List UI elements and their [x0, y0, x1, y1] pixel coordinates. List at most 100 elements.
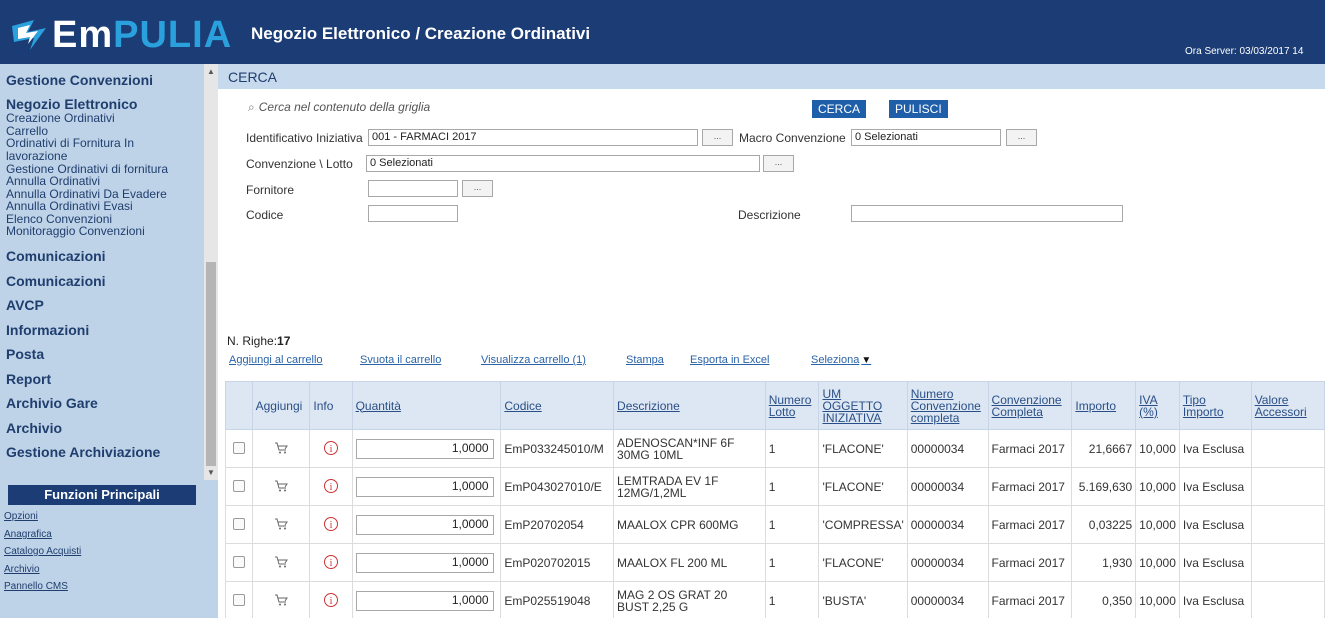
link-archivio[interactable]: Archivio — [4, 564, 40, 575]
link-anagrafica[interactable]: Anagrafica — [4, 529, 52, 540]
sidebar-group-gestione-archiviazione[interactable]: Gestione Archiviazione — [6, 444, 160, 460]
col-header-tipo-importo[interactable]: Tipo Importo — [1178, 381, 1252, 430]
quantity-cell: 1,0000 — [351, 429, 502, 468]
svg-text:i: i — [330, 444, 333, 455]
info-icon[interactable]: i — [323, 516, 339, 532]
sidebar-group-comunicazioni-1[interactable]: Comunicazioni — [6, 248, 106, 264]
sidebar-group-archivio[interactable]: Archivio — [6, 420, 62, 436]
add-cell — [251, 543, 311, 582]
info-icon[interactable]: i — [323, 478, 339, 494]
pulisci-button[interactable]: PULISCI — [889, 100, 948, 118]
seleziona-label: Seleziona — [811, 354, 860, 366]
identificativo-picker-button[interactable]: ... — [702, 129, 733, 146]
row-checkbox[interactable] — [232, 555, 245, 568]
sidebar-group-posta[interactable]: Posta — [6, 346, 44, 362]
row-checkbox[interactable] — [232, 517, 245, 530]
um-cell: 'BUSTA' — [818, 581, 908, 618]
codice-field[interactable] — [368, 205, 458, 222]
search-icon: ⌕ — [248, 100, 255, 114]
quantity-cell: 1,0000 — [351, 505, 502, 544]
link-opzioni[interactable]: Opzioni — [4, 511, 38, 522]
fornitore-field[interactable] — [368, 180, 458, 197]
macro-convenzione-picker-button[interactable]: ... — [1006, 129, 1037, 146]
identificativo-field[interactable]: 001 - FARMACI 2017 — [368, 129, 698, 146]
descrizione-field[interactable] — [851, 205, 1123, 222]
lotto-cell: 1 — [764, 429, 820, 468]
sidebar-scrollbar[interactable]: ▲ ▼ — [204, 64, 218, 480]
sidebar-link-monitoraggio[interactable]: Monitoraggio Convenzioni — [6, 225, 145, 237]
sidebar-link-annulla-ordinativi[interactable]: Annulla Ordinativi — [6, 175, 100, 187]
col-header-numero-convenzione[interactable]: Numero Convenzione completa — [906, 381, 989, 430]
cart-icon[interactable] — [274, 518, 288, 530]
sidebar-group-report[interactable]: Report — [6, 371, 51, 387]
row-checkbox[interactable] — [232, 441, 245, 454]
col-header-select — [225, 381, 253, 430]
quantity-field[interactable]: 1,0000 — [355, 552, 494, 573]
logo[interactable]: EmPULIA — [0, 0, 231, 64]
row-checkbox[interactable] — [232, 479, 245, 492]
macro-convenzione-field[interactable]: 0 Selezionati — [851, 129, 1001, 146]
seleziona-link[interactable]: Seleziona ▼ — [811, 354, 871, 366]
codice-cell: EmP043027010/E — [500, 467, 615, 506]
conv-cell: Farmaci 2017 — [987, 581, 1073, 618]
link-catalogo-acquisti[interactable]: Catalogo Acquisti — [4, 546, 81, 557]
info-icon[interactable]: i — [323, 592, 339, 608]
cart-icon[interactable] — [274, 594, 288, 606]
server-time: Ora Server: 03/03/2017 14 — [1185, 46, 1304, 57]
row-select-cell — [225, 505, 253, 544]
quantity-field[interactable]: 1,0000 — [355, 438, 494, 459]
svuota-carrello-link[interactable]: Svuota il carrello — [360, 354, 441, 366]
sidebar-group-archivio-gare[interactable]: Archivio Gare — [6, 395, 98, 411]
quantity-field[interactable]: 1,0000 — [355, 590, 494, 611]
cart-icon[interactable] — [274, 556, 288, 568]
col-header-codice[interactable]: Codice — [500, 381, 615, 430]
sidebar-link-ordinativi-fornitura[interactable]: Ordinativi di Fornitura In — [6, 137, 134, 149]
col-header-um-oggetto[interactable]: UM OGGETTO INIZIATIVA — [818, 381, 908, 430]
col-header-convenzione-completa[interactable]: Convenzione Completa — [987, 381, 1073, 430]
sidebar-link-lavorazione[interactable]: lavorazione — [6, 150, 67, 162]
col-header-descrizione[interactable]: Descrizione — [613, 381, 766, 430]
row-count: N. Righe:17 — [227, 334, 290, 348]
sidebar-link-annulla-evasi[interactable]: Annulla Ordinativi Evasi — [6, 200, 133, 212]
fornitore-picker-button[interactable]: ... — [462, 180, 493, 197]
sidebar-group-gestione-convenzioni[interactable]: Gestione Convenzioni — [6, 72, 153, 88]
accessori-cell — [1250, 505, 1325, 544]
grid-search[interactable]: ⌕ Cerca nel contenuto della griglia — [248, 100, 430, 115]
codice-cell: EmP025519048 — [500, 581, 615, 618]
results-table: Aggiungi Info Quantità Codice Descrizion… — [225, 381, 1325, 618]
convenzione-lotto-field[interactable]: 0 Selezionati — [366, 155, 760, 172]
sidebar-group-negozio-elettronico[interactable]: Negozio Elettronico — [6, 96, 137, 112]
info-icon[interactable]: i — [323, 440, 339, 456]
scroll-up-icon[interactable]: ▲ — [207, 67, 215, 76]
esporta-excel-link[interactable]: Esporta in Excel — [690, 354, 769, 366]
scrollbar-thumb[interactable] — [206, 262, 216, 466]
cart-icon[interactable] — [274, 442, 288, 454]
quantity-field[interactable]: 1,0000 — [355, 476, 494, 497]
col-header-numero-lotto[interactable]: Numero Lotto — [764, 381, 820, 430]
row-checkbox[interactable] — [232, 593, 245, 606]
info-icon[interactable]: i — [323, 554, 339, 570]
page-title: Negozio Elettronico / Creazione Ordinati… — [251, 24, 591, 43]
aggiungi-carrello-link[interactable]: Aggiungi al carrello — [229, 354, 323, 366]
sidebar-group-comunicazioni-2[interactable]: Comunicazioni — [6, 273, 106, 289]
col-header-iva[interactable]: IVA (%) — [1135, 381, 1180, 430]
link-pannello-cms[interactable]: Pannello CMS — [4, 581, 68, 592]
quantity-field[interactable]: 1,0000 — [355, 514, 494, 535]
cart-icon[interactable] — [274, 480, 288, 492]
sidebar-group-avcp[interactable]: AVCP — [6, 297, 44, 313]
importo-cell: 0,350 — [1071, 581, 1137, 618]
convenzione-lotto-picker-button[interactable]: ... — [763, 155, 794, 172]
descrizione-cell: MAG 2 OS GRAT 20 BUST 2,25 G — [613, 581, 766, 618]
col-header-importo[interactable]: Importo — [1071, 381, 1137, 430]
cerca-button[interactable]: CERCA — [812, 100, 867, 118]
num-conv-cell: 00000034 — [906, 543, 989, 582]
sidebar-group-informazioni[interactable]: Informazioni — [6, 322, 89, 338]
visualizza-carrello-link[interactable]: Visualizza carrello (1) — [481, 354, 586, 366]
fornitore-label: Fornitore — [246, 183, 295, 197]
stampa-link[interactable]: Stampa — [626, 354, 664, 366]
table-header-row: Aggiungi Info Quantità Codice Descrizion… — [225, 381, 1325, 430]
col-header-quantita[interactable]: Quantità — [351, 381, 502, 430]
sidebar-link-creazione-ordinativi[interactable]: Creazione Ordinativi — [6, 112, 115, 124]
col-header-valore-accessori[interactable]: Valore Accessori — [1250, 381, 1325, 430]
scroll-down-icon[interactable]: ▼ — [207, 468, 215, 477]
